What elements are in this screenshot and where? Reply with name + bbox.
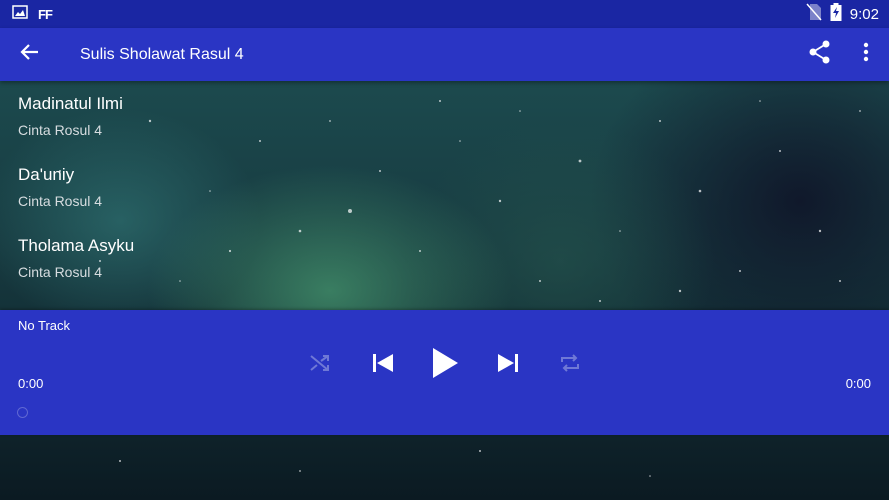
skip-next-icon (497, 352, 519, 379)
player-panel: No Track 0:00 0:00 (0, 310, 889, 435)
more-options-button[interactable] (843, 28, 889, 81)
ff-icon: FF (38, 6, 53, 22)
back-button[interactable] (0, 28, 60, 81)
no-sim-icon (806, 3, 822, 26)
shuffle-button[interactable] (300, 345, 340, 385)
page-title: Sulis Sholawat Rasul 4 (80, 45, 244, 63)
elapsed-time: 0:00 (18, 376, 44, 391)
more-vert-icon (863, 42, 869, 67)
track-title: Tholama Asyku (18, 236, 135, 255)
play-button[interactable] (425, 345, 465, 385)
arrow-back-icon (20, 42, 40, 67)
track-list: Madinatul Ilmi Cinta Rosul 4 Da'uniy Cin… (0, 81, 889, 294)
track-title: Madinatul Ilmi (18, 94, 123, 113)
list-item[interactable]: Madinatul Ilmi Cinta Rosul 4 (0, 81, 889, 152)
status-bar: FF 9:02 (0, 0, 889, 28)
share-icon (809, 40, 831, 69)
battery-charging-icon (830, 2, 842, 26)
app-toolbar: Sulis Sholawat Rasul 4 (0, 28, 889, 81)
image-icon (12, 4, 28, 24)
previous-button[interactable] (363, 345, 403, 385)
now-playing-label: No Track (18, 318, 71, 333)
status-time: 9:02 (849, 5, 879, 23)
track-artist: Cinta Rosul 4 (18, 264, 103, 280)
playback-controls (300, 340, 590, 390)
total-duration: 0:00 (845, 376, 871, 391)
list-item[interactable]: Da'uniy Cinta Rosul 4 (0, 152, 889, 223)
next-button[interactable] (488, 345, 528, 385)
skip-previous-icon (372, 352, 394, 379)
repeat-button[interactable] (550, 345, 590, 385)
share-button[interactable] (797, 28, 843, 81)
play-icon (431, 347, 459, 384)
track-artist: Cinta Rosul 4 (18, 193, 103, 209)
track-artist: Cinta Rosul 4 (18, 122, 103, 138)
seek-bar-thumb[interactable] (17, 407, 28, 418)
shuffle-icon (309, 353, 331, 378)
track-title: Da'uniy (18, 165, 75, 184)
list-item[interactable]: Tholama Asyku Cinta Rosul 4 (0, 223, 889, 294)
repeat-icon (559, 353, 581, 378)
